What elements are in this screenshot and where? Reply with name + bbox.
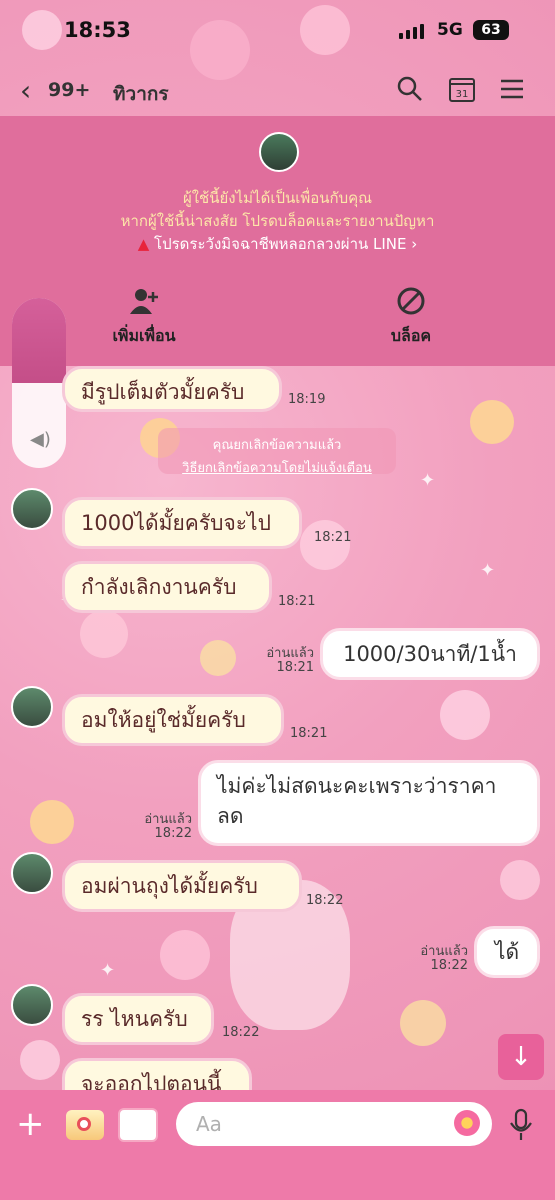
unread-count[interactable]: 99+ bbox=[48, 79, 90, 101]
chat-header: ‹ 99+ ทิวากร 31 bbox=[0, 64, 555, 116]
message-time: 18:21 bbox=[278, 594, 316, 609]
block-icon bbox=[397, 287, 425, 315]
svg-text:31: 31 bbox=[456, 89, 469, 100]
message-input[interactable]: Aa bbox=[176, 1102, 492, 1146]
unsend-notice: คุณยกเลิกข้อความแล้ว วิธียกเลิกข้อความโด… bbox=[158, 428, 396, 476]
status-bar: 18:53 5G 63 bbox=[0, 0, 555, 64]
gallery-icon[interactable] bbox=[118, 1108, 158, 1142]
chevron-left-icon[interactable]: ‹ bbox=[20, 74, 31, 107]
message-time: 18:22 bbox=[306, 893, 344, 908]
add-friend-icon bbox=[130, 289, 158, 314]
plus-icon[interactable]: + bbox=[16, 1104, 45, 1144]
menu-icon[interactable] bbox=[497, 74, 527, 104]
block-button[interactable]: บล็อค bbox=[341, 286, 481, 349]
warning-icon: ▲ bbox=[137, 235, 150, 253]
arrow-down-icon: ↓ bbox=[510, 1042, 532, 1072]
camera-icon[interactable] bbox=[66, 1110, 104, 1140]
speaker-icon: ◀) bbox=[30, 429, 51, 450]
message-time: 18:22 bbox=[430, 958, 468, 973]
message-text: มีรูปเต็มตัวมั้ยครับ bbox=[81, 380, 245, 404]
message-text: อมให้อยู่ใช่มั้ยครับ bbox=[81, 708, 246, 732]
message-text: ลด bbox=[217, 804, 244, 828]
message-bubble[interactable]: 1000ได้มั้ยครับจะไป bbox=[62, 497, 302, 549]
scroll-to-bottom-button[interactable]: ↓ bbox=[498, 1034, 544, 1080]
message-bubble[interactable]: มีรูปเต็มตัวมั้ยครับ bbox=[62, 366, 282, 412]
block-label: บล็อค bbox=[390, 326, 432, 345]
search-icon[interactable] bbox=[395, 74, 425, 104]
message-bubble[interactable]: รร ไหนครับ bbox=[62, 993, 214, 1045]
message-bubble[interactable]: 1000/30นาที/1น้ำ bbox=[320, 628, 540, 680]
avatar[interactable] bbox=[11, 852, 53, 894]
microphone-icon[interactable] bbox=[508, 1108, 534, 1142]
volume-hud: ◀) bbox=[12, 298, 66, 468]
unsend-help-link[interactable]: วิธียกเลิกข้อความโดยไม่แจ้งเตือน bbox=[158, 457, 396, 478]
volume-level bbox=[12, 298, 66, 383]
battery-icon: 63 bbox=[473, 20, 509, 40]
avatar[interactable] bbox=[11, 488, 53, 530]
message-bubble[interactable]: อมให้อยู่ใช่มั้ยครับ bbox=[62, 694, 284, 746]
message-time: 18:21 bbox=[314, 530, 352, 545]
message-text: ได้ bbox=[494, 940, 520, 964]
scam-warning-text: โปรดระวังมิจฉาชีพหลอกลวงผ่าน LINE bbox=[154, 235, 407, 253]
add-friend-label: เพิ่มเพื่อน bbox=[112, 326, 176, 345]
scam-warning-link[interactable]: ▲ โปรดระวังมิจฉาชีพหลอกลวงผ่าน LINE › bbox=[0, 232, 555, 256]
message-time: 18:19 bbox=[288, 392, 326, 407]
emoji-icon[interactable] bbox=[454, 1110, 480, 1136]
not-friend-notice: ผู้ใช้นี้ยังไม่ได้เป็นเพื่อนกับคุณ bbox=[182, 189, 373, 207]
unsend-text: คุณยกเลิกข้อความแล้ว bbox=[212, 438, 342, 453]
network-type: 5G bbox=[437, 20, 463, 40]
input-bar: + Aa bbox=[0, 1090, 555, 1200]
message-bubble[interactable]: อมผ่านถุงได้มั้ยครับ bbox=[62, 860, 302, 912]
message-bubble[interactable]: ได้ bbox=[474, 926, 540, 978]
message-time: 18:22 bbox=[222, 1025, 260, 1040]
avatar[interactable] bbox=[11, 984, 53, 1026]
message-text: ไม่ค่ะไม่สดนะคะเพราะว่าราคา bbox=[217, 774, 497, 798]
message-time: 18:21 bbox=[290, 726, 328, 741]
message-bubble[interactable]: กำลังเลิกงานครับ bbox=[62, 561, 272, 613]
chat-title[interactable]: ทิวากร bbox=[113, 79, 169, 109]
calendar-icon[interactable]: 31 bbox=[447, 74, 477, 104]
message-text: 1000/30นาที/1น้ำ bbox=[343, 642, 517, 666]
avatar[interactable] bbox=[11, 686, 53, 728]
message-time: 18:22 bbox=[154, 826, 192, 841]
message-input-placeholder: Aa bbox=[196, 1112, 222, 1136]
signal-icon bbox=[399, 24, 424, 39]
message-time: 18:21 bbox=[276, 660, 314, 675]
status-time: 18:53 bbox=[64, 18, 131, 42]
non-friend-panel: ผู้ใช้นี้ยังไม่ได้เป็นเพื่อนกับคุณ หากผู… bbox=[0, 116, 555, 366]
message-text: รร ไหนครับ bbox=[81, 1007, 188, 1031]
message-bubble[interactable]: ไม่ค่ะไม่สดนะคะเพราะว่าราคา ลด bbox=[198, 760, 540, 846]
message-text: กำลังเลิกงานครับ bbox=[81, 575, 237, 599]
message-text: 1000ได้มั้ยครับจะไป bbox=[81, 511, 271, 535]
message-text: อมผ่านถุงได้มั้ยครับ bbox=[81, 874, 258, 898]
chevron-right-icon: › bbox=[411, 235, 418, 253]
contact-avatar[interactable] bbox=[259, 132, 299, 172]
report-hint: หากผู้ใช้นี้น่าสงสัย โปรดบล็อคและรายงานป… bbox=[120, 212, 435, 230]
add-friend-button[interactable]: เพิ่มเพื่อน bbox=[74, 286, 214, 349]
